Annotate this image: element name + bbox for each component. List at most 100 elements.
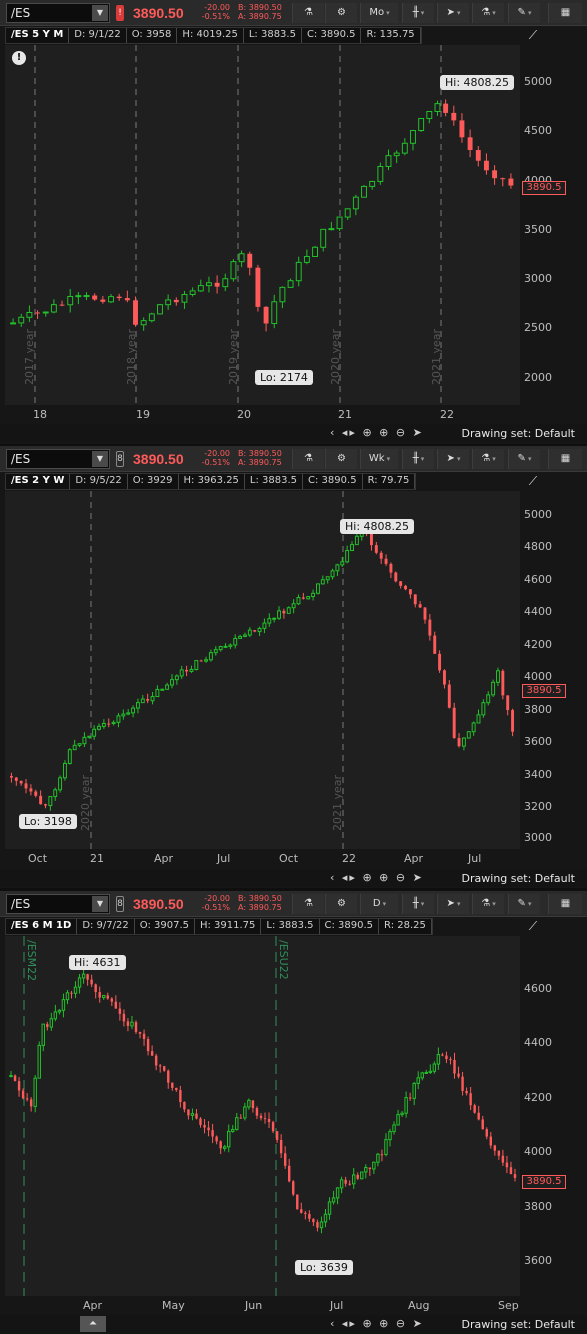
candle-body bbox=[420, 1072, 424, 1079]
symbol-input[interactable]: /ES ▼ bbox=[6, 449, 110, 469]
price-plot-area[interactable]: ! 2017 year 2018 year 2019 year 2020 yea… bbox=[5, 45, 520, 405]
drawing-set-label[interactable]: Drawing set: Default bbox=[462, 1318, 575, 1331]
expand-panel-tab[interactable]: ⏶ bbox=[80, 1316, 106, 1332]
zoom-controls[interactable]: ‹ ◂▸ ⊕ ⊕ ⊖ ➤ bbox=[330, 426, 424, 439]
time-axis[interactable]: Oct 21 Apr Jul Oct 22 Apr Jul bbox=[5, 849, 520, 869]
symbol-input[interactable]: /ES ▼ bbox=[6, 894, 110, 914]
flask-tools-icon[interactable]: ⚗ bbox=[472, 3, 504, 23]
scroll-left-icon[interactable]: ‹ bbox=[330, 1317, 336, 1330]
candle-body bbox=[9, 776, 13, 778]
info-range: R: 79.75 bbox=[363, 474, 416, 489]
price-axis[interactable]: 4600 4400 4200 4000 3800 3600 3890.5 bbox=[520, 936, 587, 1296]
info-close: C: 3890.5 bbox=[302, 28, 362, 43]
candle-body bbox=[9, 1075, 13, 1078]
candle-body bbox=[262, 622, 267, 629]
chart-style-candle-icon[interactable]: ╫ bbox=[402, 449, 434, 469]
link-icon[interactable]: 8 bbox=[116, 896, 124, 912]
link-icon[interactable]: 8 bbox=[116, 451, 124, 467]
flask-tools-icon[interactable]: ⚗ bbox=[472, 449, 504, 469]
alert-info-icon[interactable]: ! bbox=[12, 51, 26, 65]
price-plot-area[interactable]: /ESM22 /ESU22 Hi: 4631 Lo: 3639 bbox=[5, 936, 520, 1296]
settings-gear-icon[interactable]: ⚙ bbox=[325, 894, 357, 914]
chart-style-candle-icon[interactable]: ╫ bbox=[402, 894, 434, 914]
candle-body bbox=[356, 1174, 359, 1179]
candle-body bbox=[194, 660, 199, 670]
drawing-tools-icon[interactable]: ✎ bbox=[508, 894, 540, 914]
candle-body bbox=[426, 111, 433, 120]
zoom-in-icon[interactable]: ⊕ bbox=[379, 871, 390, 884]
zoom-out-icon[interactable]: ⊖ bbox=[396, 1317, 407, 1330]
y-tick: 5000 bbox=[524, 508, 552, 521]
pointer-icon[interactable]: ➤ bbox=[413, 871, 424, 884]
settings-gear-icon[interactable]: ⚙ bbox=[325, 449, 357, 469]
chart-panel-monthly: /ES ▼ ! 3890.50 -20.00 -0.51% B: 3890.50 A:… bbox=[0, 0, 587, 444]
candle-body bbox=[379, 552, 383, 559]
scroll-left-icon[interactable]: ‹ bbox=[330, 426, 336, 439]
grid-menu-icon[interactable]: ▦ bbox=[548, 449, 582, 469]
candle-body bbox=[360, 1171, 364, 1180]
chart-style-candle-icon[interactable]: ╫ bbox=[402, 3, 434, 23]
zoom-in-icon[interactable]: ⊕ bbox=[379, 1317, 390, 1330]
crosshair-icon[interactable]: ⊕ bbox=[362, 1317, 373, 1330]
pan-icon[interactable]: ◂▸ bbox=[342, 1317, 357, 1330]
drawing-tools-icon[interactable]: ✎ bbox=[508, 3, 540, 23]
grid-menu-icon[interactable]: ▦ bbox=[548, 3, 582, 23]
candle-body bbox=[163, 1066, 166, 1071]
time-axis[interactable]: Apr May Jun Jul Aug Sep bbox=[5, 1296, 520, 1316]
candle-body bbox=[101, 722, 106, 727]
candle-body bbox=[211, 1130, 214, 1137]
symbol-dropdown-icon[interactable]: ▼ bbox=[92, 451, 108, 467]
ask-value: A: 3890.75 bbox=[238, 12, 282, 21]
aggregation-button[interactable]: Wk bbox=[360, 449, 398, 469]
candle-body bbox=[238, 635, 243, 639]
symbol-input[interactable]: /ES ▼ bbox=[6, 3, 110, 23]
studies-flask-icon[interactable]: ⚗ bbox=[292, 449, 324, 469]
drawing-set-label[interactable]: Drawing set: Default bbox=[462, 427, 575, 440]
pan-icon[interactable]: ◂▸ bbox=[342, 871, 357, 884]
zoom-in-icon[interactable]: ⊕ bbox=[379, 426, 390, 439]
zoom-out-icon[interactable]: ⊖ bbox=[396, 871, 407, 884]
symbol-dropdown-icon[interactable]: ▼ bbox=[92, 5, 108, 21]
crosshair-icon[interactable]: ⊕ bbox=[362, 426, 373, 439]
ohlc-info-bar: /ES 6 M 1D D: 9/7/22 O: 3907.5 H: 3911.7… bbox=[5, 918, 433, 935]
candle-body bbox=[44, 804, 47, 806]
auto-scale-icon[interactable]: ⟋ bbox=[523, 919, 543, 937]
flask-tools-icon[interactable]: ⚗ bbox=[472, 894, 504, 914]
pointer-icon[interactable]: ➤ bbox=[413, 426, 424, 439]
price-change: -20.00 -0.51% bbox=[196, 449, 230, 467]
zoom-controls[interactable]: ‹ ◂▸ ⊕ ⊕ ⊖ ➤ bbox=[330, 871, 424, 884]
x-tick: Apr bbox=[83, 1299, 103, 1312]
settings-gear-icon[interactable]: ⚙ bbox=[325, 3, 357, 23]
price-axis[interactable]: 5000 4800 4600 4400 4200 4000 3800 3600 … bbox=[520, 491, 587, 849]
drawing-set-label[interactable]: Drawing set: Default bbox=[462, 872, 575, 885]
candle-body bbox=[131, 707, 136, 714]
alert-flag-icon[interactable]: ! bbox=[116, 5, 124, 21]
aggregation-button[interactable]: Mo bbox=[360, 3, 398, 23]
zoom-out-icon[interactable]: ⊖ bbox=[396, 426, 407, 439]
auto-scale-icon[interactable]: ⟋ bbox=[523, 28, 543, 46]
price-axis[interactable]: 5000 4500 4000 3500 3000 2500 2000 3890.… bbox=[520, 45, 587, 405]
candle-body bbox=[92, 728, 97, 737]
pan-icon[interactable]: ◂▸ bbox=[342, 426, 357, 439]
price-change: -20.00 -0.51% bbox=[196, 3, 230, 21]
studies-flask-icon[interactable]: ⚗ bbox=[292, 894, 324, 914]
cursor-icon[interactable]: ➤ bbox=[437, 449, 469, 469]
studies-flask-icon[interactable]: ⚗ bbox=[292, 3, 324, 23]
time-axis[interactable]: 18 19 20 21 22 bbox=[5, 405, 520, 425]
symbol-dropdown-icon[interactable]: ▼ bbox=[92, 896, 108, 912]
cursor-icon[interactable]: ➤ bbox=[437, 3, 469, 23]
candle-body bbox=[203, 1124, 206, 1128]
zoom-controls[interactable]: ‹ ◂▸ ⊕ ⊕ ⊖ ➤ bbox=[330, 1317, 424, 1330]
scroll-left-icon[interactable]: ‹ bbox=[330, 871, 336, 884]
auto-scale-icon[interactable]: ⟋ bbox=[523, 474, 543, 492]
drawing-tools-icon[interactable]: ✎ bbox=[508, 449, 540, 469]
candle-body bbox=[509, 1167, 513, 1175]
aggregation-button[interactable]: D bbox=[360, 894, 398, 914]
crosshair-icon[interactable]: ⊕ bbox=[362, 871, 373, 884]
price-plot-area[interactable]: 2020 year 2021 year Hi: 4808.25 Lo: 3198 bbox=[5, 491, 520, 849]
grid-menu-icon[interactable]: ▦ bbox=[548, 894, 582, 914]
candle-body bbox=[218, 646, 223, 651]
candle-body bbox=[65, 992, 70, 1001]
pointer-icon[interactable]: ➤ bbox=[413, 1317, 424, 1330]
cursor-icon[interactable]: ➤ bbox=[437, 894, 469, 914]
